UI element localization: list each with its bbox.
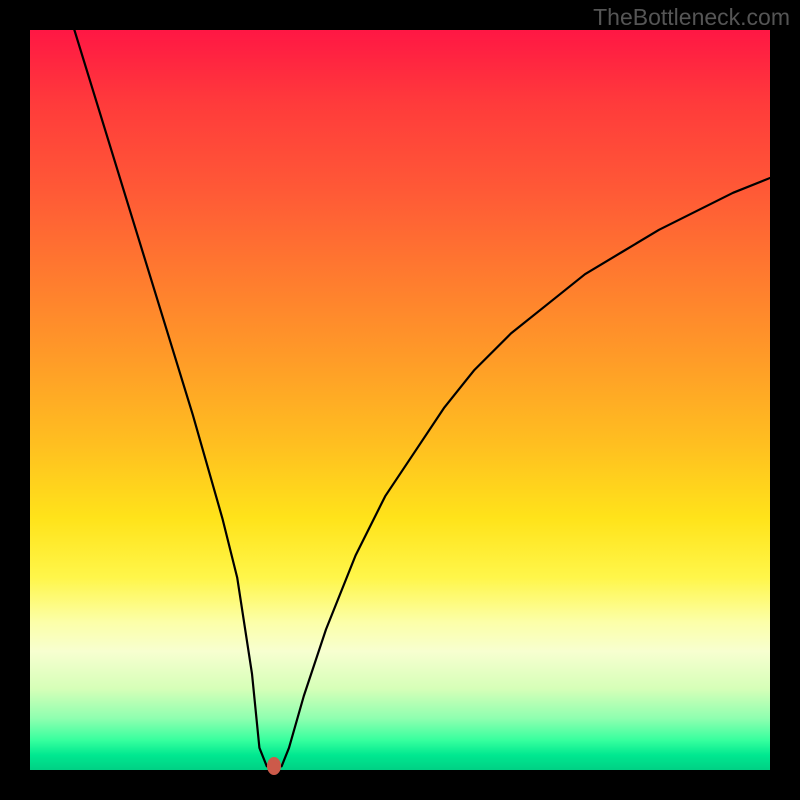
watermark-text: TheBottleneck.com <box>593 4 790 31</box>
plot-area <box>30 30 770 770</box>
minimum-marker <box>267 757 281 775</box>
chart-container: TheBottleneck.com <box>0 0 800 800</box>
bottleneck-curve-path <box>74 30 770 766</box>
curve-svg <box>30 30 770 770</box>
